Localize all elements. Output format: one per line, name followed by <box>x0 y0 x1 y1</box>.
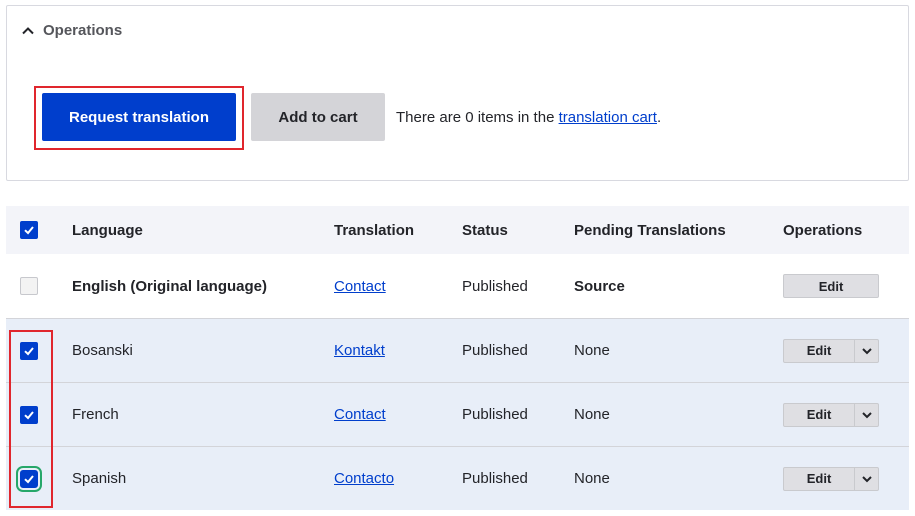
table-row: Spanish Contacto Published None Edit <box>6 446 909 510</box>
operations-dropdown-toggle[interactable] <box>855 404 878 426</box>
language-cell: Spanish <box>72 470 127 487</box>
translations-table: Language Translation Status Pending Tran… <box>6 206 909 510</box>
chevron-down-icon <box>861 347 872 354</box>
language-cell: French <box>72 406 119 423</box>
checkmark-icon <box>24 346 34 355</box>
checkmark-icon <box>24 474 34 483</box>
header-pending-translations: Pending Translations <box>574 221 726 239</box>
row-checkbox[interactable] <box>20 405 38 424</box>
row-checkbox[interactable] <box>20 341 38 360</box>
operations-dropdown-toggle[interactable] <box>855 340 878 362</box>
translation-link[interactable]: Contacto <box>334 470 394 487</box>
translation-link[interactable]: Kontakt <box>334 342 385 359</box>
language-cell: Bosanski <box>72 342 133 359</box>
operations-dropdown-toggle[interactable] <box>855 468 878 490</box>
operations-title: Operations <box>43 22 123 39</box>
pending-cell: None <box>574 406 610 423</box>
checkmark-icon <box>24 410 34 419</box>
operations-dropbutton: Edit <box>783 402 879 427</box>
chevron-down-icon <box>861 475 872 482</box>
header-status: Status <box>462 221 508 239</box>
translation-cart-link[interactable]: translation cart <box>559 109 657 126</box>
header-translation: Translation <box>334 221 415 239</box>
cart-status-prefix: There are 0 items in the <box>396 109 559 126</box>
cart-status: There are 0 items in the translation car… <box>396 109 661 126</box>
chevron-up-icon <box>22 26 34 34</box>
edit-button[interactable]: Edit <box>784 467 855 490</box>
header-language: Language <box>72 221 143 239</box>
add-to-cart-button[interactable]: Add to cart <box>251 93 385 141</box>
table-row: French Contact Published None Edit <box>6 382 909 446</box>
chevron-down-icon <box>861 411 872 418</box>
operations-toggle[interactable]: Operations <box>21 22 122 39</box>
status-cell: Published <box>462 277 528 295</box>
language-cell: English (Original language) <box>72 277 268 295</box>
row-checkbox[interactable] <box>16 465 42 492</box>
cart-status-suffix: . <box>656 109 662 126</box>
translation-link[interactable]: Contact <box>334 278 386 295</box>
checkmark-icon <box>24 226 34 235</box>
row-checkbox[interactable] <box>20 277 38 295</box>
select-all-checkbox[interactable] <box>20 221 38 239</box>
pending-cell: None <box>574 470 610 487</box>
status-cell: Published <box>462 470 528 487</box>
table-row: English (Original language) Contact Publ… <box>6 254 909 318</box>
table-row: Bosanski Kontakt Published None Edit <box>6 318 909 382</box>
translation-link[interactable]: Contact <box>334 406 386 423</box>
table-header: Language Translation Status Pending Tran… <box>6 206 909 254</box>
edit-button[interactable]: Edit <box>784 339 855 362</box>
operations-dropbutton: Edit <box>783 338 879 363</box>
pending-cell: None <box>574 342 610 359</box>
operations-dropbutton: Edit <box>783 466 879 491</box>
status-cell: Published <box>462 342 528 359</box>
header-operations: Operations <box>783 221 863 239</box>
pending-cell: Source <box>574 277 625 295</box>
edit-button[interactable]: Edit <box>784 403 855 426</box>
status-cell: Published <box>462 406 528 423</box>
edit-button[interactable]: Edit <box>783 274 879 298</box>
request-translation-button[interactable]: Request translation <box>42 93 236 141</box>
